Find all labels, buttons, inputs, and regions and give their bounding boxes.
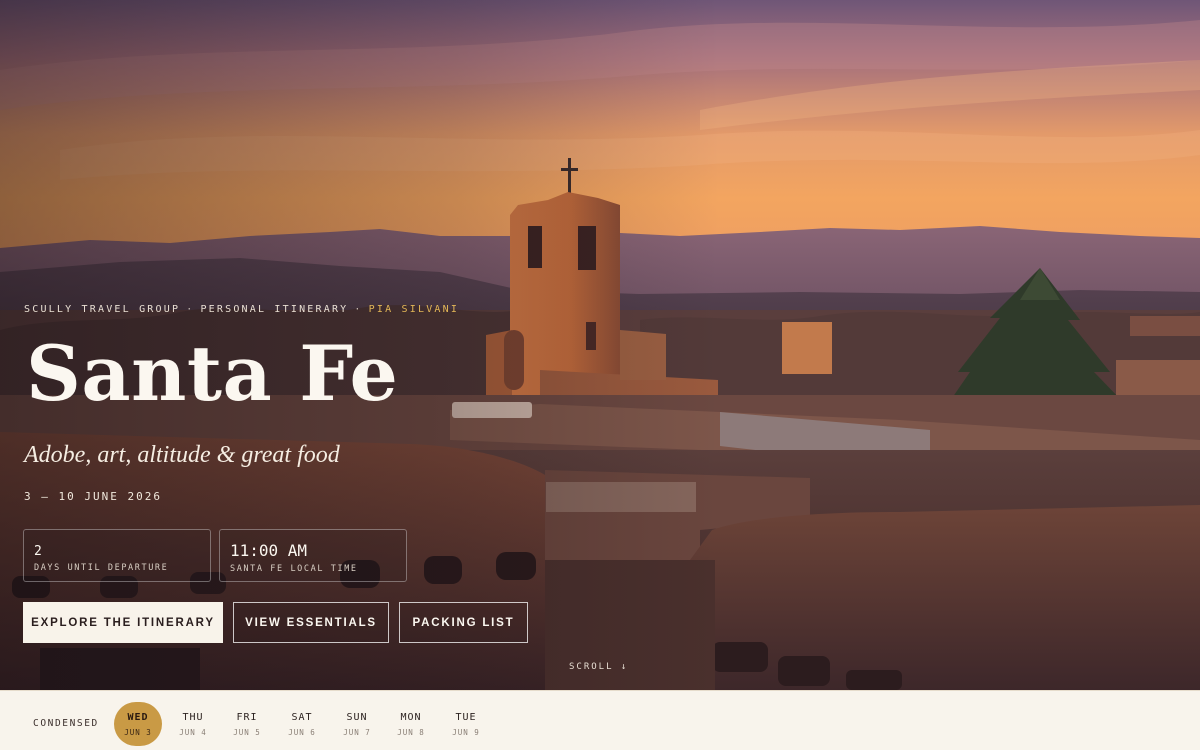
day-tab-tue[interactable]: TUE JUN 9	[442, 702, 490, 746]
day-tab-date: JUN 4	[179, 727, 207, 737]
packing-list-button[interactable]: PACKING LIST	[399, 602, 528, 643]
traveler-name: PIA SILVANI	[368, 304, 460, 315]
day-tab-weekday: SAT	[291, 711, 313, 723]
destination-tagline: Adobe, art, altitude & great food	[24, 442, 340, 468]
view-mode-toggle[interactable]: CONDENSED	[33, 718, 99, 729]
local-time-card: 11:00 AM SANTA FE LOCAL TIME	[219, 529, 407, 582]
days-until-departure-card: 2 DAYS UNTIL DEPARTURE	[23, 529, 211, 582]
day-tab-date: JUN 7	[343, 727, 371, 737]
day-tab-date: JUN 6	[288, 727, 316, 737]
destination-title: Santa Fe	[26, 329, 399, 418]
day-tab-mon[interactable]: MON JUN 8	[387, 702, 435, 746]
agency-name: SCULLY TRAVEL GROUP	[24, 304, 181, 315]
day-tab-weekday: TUE	[455, 711, 477, 723]
explore-itinerary-button[interactable]: EXPLORE THE ITINERARY	[23, 602, 223, 643]
scroll-hint[interactable]: SCROLL ↓	[569, 662, 628, 672]
hero-section: SCULLY TRAVEL GROUP · PERSONAL ITINERARY · P…	[0, 0, 1200, 690]
day-tab-thu[interactable]: THU JUN 4	[169, 702, 217, 746]
day-tab-date: JUN 8	[397, 727, 425, 737]
itinerary-type: PERSONAL ITINERARY	[200, 304, 349, 315]
view-essentials-button[interactable]: VIEW ESSENTIALS	[233, 602, 389, 643]
day-tab-weekday: THU	[182, 711, 204, 723]
day-tab-weekday: MON	[400, 711, 422, 723]
local-time-label: SANTA FE LOCAL TIME	[230, 564, 358, 574]
eyebrow-separator: ·	[354, 304, 363, 315]
trip-dates: 3 — 10 JUNE 2026	[24, 490, 162, 503]
day-tab-weekday: WED	[127, 711, 149, 723]
day-navigation-strip: CONDENSED WED JUN 3 THU JUN 4 FRI JUN 5 …	[0, 690, 1200, 750]
day-tab-weekday: SUN	[346, 711, 368, 723]
day-tab-sun[interactable]: SUN JUN 7	[333, 702, 381, 746]
eyebrow-separator: ·	[186, 304, 195, 315]
local-time-value: 11:00 AM	[230, 541, 308, 560]
days-until-departure-label: DAYS UNTIL DEPARTURE	[34, 563, 169, 573]
day-tab-date: JUN 9	[452, 727, 480, 737]
days-until-departure-value: 2	[34, 544, 42, 559]
day-tab-date: JUN 3	[124, 727, 152, 737]
itinerary-eyebrow: SCULLY TRAVEL GROUP · PERSONAL ITINERARY · P…	[24, 304, 459, 315]
day-tab-fri[interactable]: FRI JUN 5	[223, 702, 271, 746]
day-tab-date: JUN 5	[233, 727, 261, 737]
day-tab-weekday: FRI	[236, 711, 258, 723]
day-tab-wed[interactable]: WED JUN 3	[114, 702, 162, 746]
day-tab-sat[interactable]: SAT JUN 6	[278, 702, 326, 746]
